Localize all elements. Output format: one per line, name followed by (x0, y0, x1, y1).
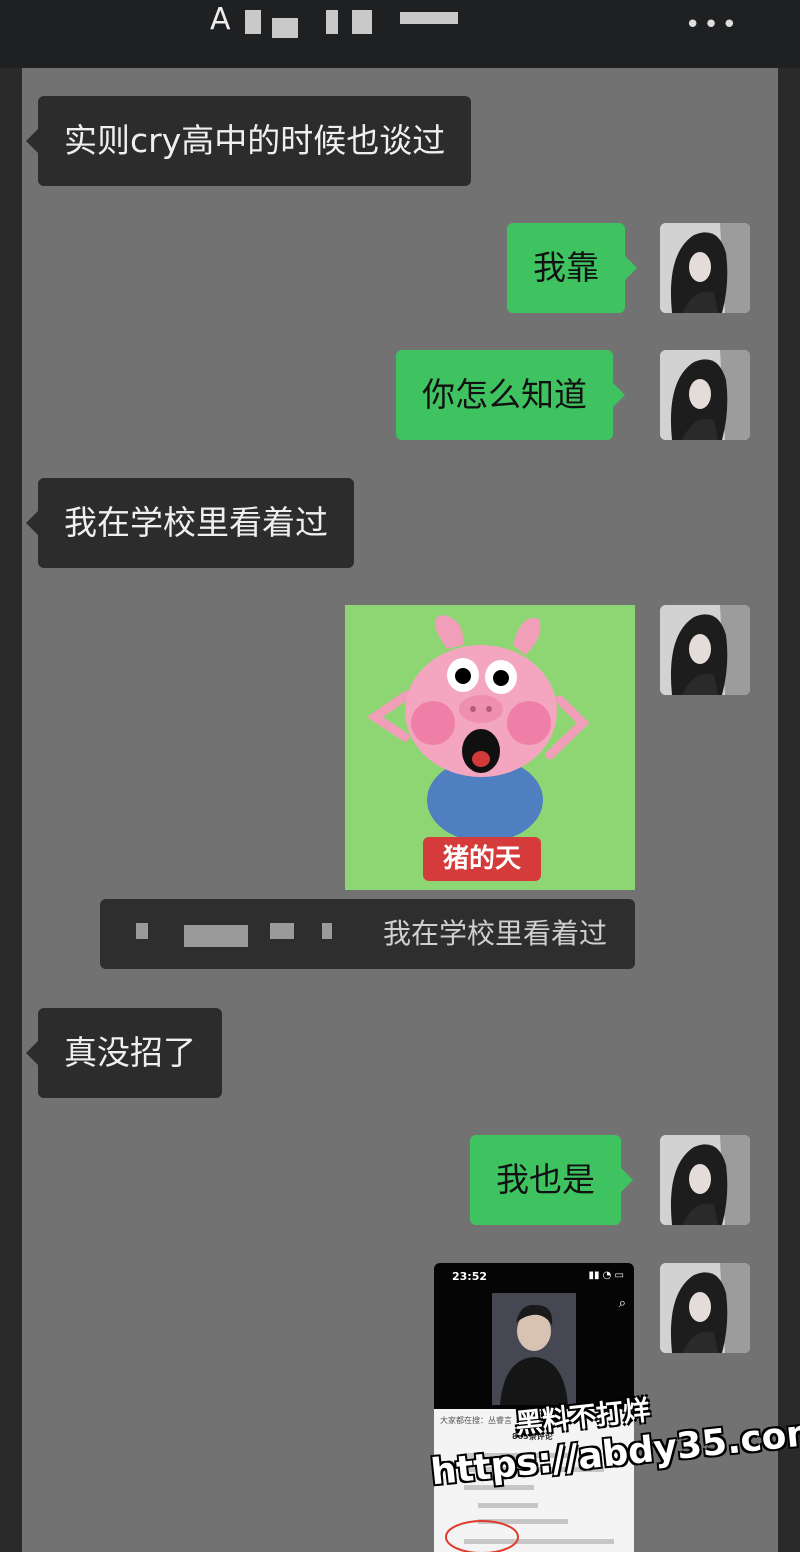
message-text: 实则cry高中的时候也谈过 (64, 121, 446, 160)
avatar-image (660, 605, 750, 695)
title-mosaic-3 (326, 10, 338, 34)
sticker-caption: 猪的天 (423, 837, 541, 881)
video-thumbnail (492, 1293, 576, 1405)
sticker-message[interactable]: 猪的天 (345, 605, 635, 890)
message-text: 你怎么知道 (422, 375, 587, 414)
message-outgoing[interactable]: 我也是 (470, 1135, 633, 1225)
message-incoming[interactable]: 我在学校里看着过 (26, 478, 354, 568)
right-edge (778, 68, 800, 1552)
left-edge (0, 68, 22, 1552)
title-mosaic-1 (245, 10, 261, 34)
message-text: 我也是 (496, 1160, 595, 1199)
chat-header: A ••• (0, 0, 800, 68)
quote-sender-mosaic (322, 923, 332, 939)
chat-area[interactable]: 实则cry高中的时候也谈过 我靠 你怎么知道 我在学校里看着过 猪的天 我在学校… (22, 68, 778, 1552)
avatar-image (660, 1135, 750, 1225)
quote-sender-mosaic (136, 923, 148, 939)
avatar[interactable] (660, 1263, 750, 1353)
avatar[interactable] (660, 605, 750, 695)
search-icon: ⌕ (618, 1296, 626, 1311)
message-incoming[interactable]: 实则cry高中的时候也谈过 (25, 96, 472, 186)
message-text: 真没招了 (64, 1033, 196, 1072)
more-dots-icon[interactable]: ••• (685, 10, 740, 40)
message-outgoing[interactable]: 你怎么知道 (396, 350, 625, 440)
quote-sender-mosaic (184, 925, 248, 947)
chat-title: A (210, 2, 233, 37)
avatar-image (660, 223, 750, 313)
avatar[interactable] (660, 223, 750, 313)
title-mosaic-4 (352, 10, 372, 34)
message-text: 我在学校里看着过 (64, 503, 328, 542)
avatar-image (660, 1263, 750, 1353)
avatar[interactable] (660, 350, 750, 440)
message-text: 我靠 (533, 248, 599, 287)
quoted-message[interactable]: 我在学校里看着过 (100, 899, 635, 969)
status-icons: ▮▮ ◔ ▭ (588, 1270, 624, 1281)
avatar-image (660, 350, 750, 440)
message-outgoing[interactable]: 我靠 (507, 223, 637, 313)
quote-sender-mosaic (270, 923, 294, 939)
title-mosaic-5 (400, 12, 458, 24)
message-incoming[interactable]: 真没招了 (26, 1008, 222, 1098)
quoted-text: 我在学校里看着过 (382, 917, 607, 950)
screenshot-time: 23:52 (452, 1270, 488, 1283)
title-mosaic-2 (272, 18, 298, 38)
avatar[interactable] (660, 1135, 750, 1225)
